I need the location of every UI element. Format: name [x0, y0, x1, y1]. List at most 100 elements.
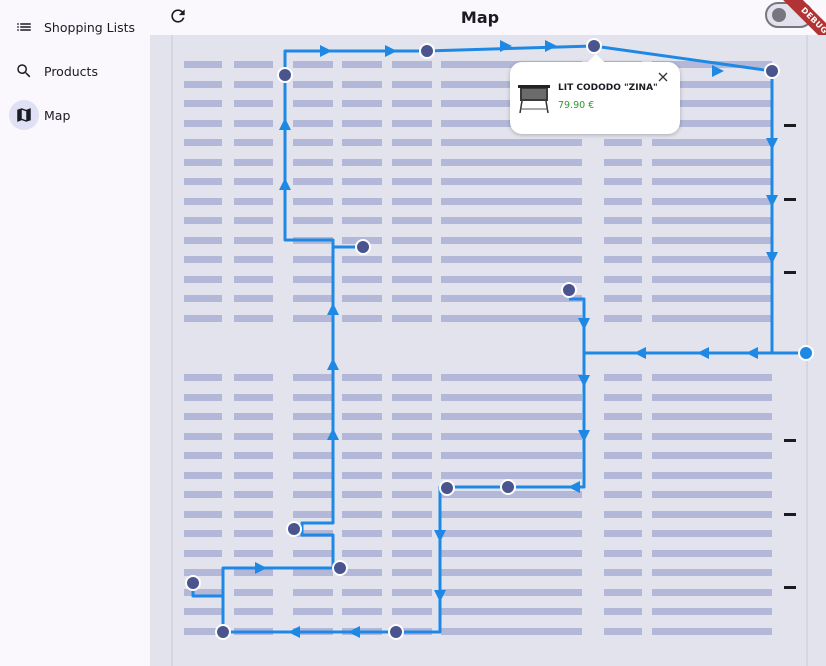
shelf — [234, 178, 273, 185]
shelf — [234, 589, 273, 596]
route-segment — [569, 297, 805, 355]
shelf — [604, 628, 642, 635]
sidebar-item-shopping-lists[interactable]: Shopping Lists — [4, 9, 135, 45]
route-arrow — [320, 45, 332, 57]
current-location-marker[interactable] — [798, 345, 814, 361]
shelf — [293, 413, 333, 420]
shelf — [293, 100, 333, 107]
sidebar-item-map[interactable]: Map — [4, 97, 70, 133]
shelf — [293, 394, 333, 401]
shelf — [184, 394, 222, 401]
shelf — [234, 81, 273, 88]
shelf — [652, 315, 772, 322]
shelf — [342, 120, 382, 127]
shelf — [652, 452, 772, 459]
shelf — [234, 159, 273, 166]
sidebar-item-label: Shopping Lists — [44, 19, 136, 35]
shelf — [184, 315, 222, 322]
route-stop[interactable] — [764, 63, 780, 79]
shelf — [234, 198, 273, 205]
route-stop[interactable] — [185, 575, 201, 591]
shelf — [293, 589, 333, 596]
wall-marker — [784, 271, 796, 274]
wall-marker — [784, 586, 796, 589]
store-map[interactable] — [150, 35, 826, 666]
shelf — [652, 276, 772, 283]
shelf — [342, 178, 382, 185]
shelf — [392, 178, 432, 185]
shelf — [184, 550, 222, 557]
shelf — [392, 374, 432, 381]
shelf — [234, 530, 273, 537]
shelf — [604, 374, 642, 381]
shelf — [441, 256, 582, 263]
route-stop[interactable] — [355, 239, 371, 255]
shelf — [184, 413, 222, 420]
close-icon[interactable] — [657, 68, 669, 82]
shelf — [184, 452, 222, 459]
shelf — [392, 198, 432, 205]
shelf — [342, 295, 382, 302]
route-stop[interactable] — [439, 480, 455, 496]
route-stop[interactable] — [215, 624, 231, 640]
shelf — [293, 511, 333, 518]
shelf — [392, 491, 432, 498]
shelf — [234, 237, 273, 244]
route-arrow — [279, 178, 291, 190]
shelf — [234, 491, 273, 498]
shelf — [652, 159, 772, 166]
shelf — [652, 413, 772, 420]
shelves — [184, 61, 772, 635]
route-arrow — [545, 40, 557, 52]
list-icon — [9, 12, 39, 42]
shelf — [441, 295, 582, 302]
route-stop[interactable] — [286, 521, 302, 537]
shelf — [293, 433, 333, 440]
route-stop[interactable] — [419, 43, 435, 59]
shelf — [392, 256, 432, 263]
route-stop[interactable] — [500, 479, 516, 495]
sidebar-item-products[interactable]: Products — [4, 53, 98, 89]
shelf — [234, 276, 273, 283]
app-bar: Map — [150, 0, 826, 35]
shelf — [184, 569, 222, 576]
shelf — [293, 491, 333, 498]
shelf — [441, 315, 582, 322]
shelf — [184, 237, 222, 244]
shelf — [234, 139, 273, 146]
route-stop[interactable] — [277, 67, 293, 83]
shelf — [604, 491, 642, 498]
shelf — [392, 81, 432, 88]
shelf — [392, 589, 432, 596]
shelf — [441, 159, 582, 166]
shelf — [441, 589, 582, 596]
shelf — [392, 550, 432, 557]
shelf — [392, 433, 432, 440]
route-stop[interactable] — [561, 282, 577, 298]
shelf — [652, 628, 772, 635]
shelf — [342, 315, 382, 322]
shelf — [293, 608, 333, 615]
route-arrow — [327, 303, 339, 315]
shelf — [392, 237, 432, 244]
popup-product-price: 79.90 € — [558, 100, 595, 111]
sidebar-item-label: Products — [44, 63, 98, 79]
shelf — [184, 139, 222, 146]
product-popup: LIT CODODO "ZINA" 79.90 € — [510, 54, 680, 134]
shelf — [184, 472, 222, 479]
shelf — [184, 433, 222, 440]
sidebar-item-label: Map — [44, 107, 71, 123]
shelf — [293, 178, 333, 185]
route-stop[interactable] — [332, 560, 348, 576]
route-arrow — [697, 347, 709, 359]
shelf — [604, 472, 642, 479]
route-stop[interactable] — [388, 624, 404, 640]
shelf — [604, 530, 642, 537]
shelf — [234, 256, 273, 263]
shelf — [184, 530, 222, 537]
shelf — [441, 511, 582, 518]
shelf — [604, 433, 642, 440]
shelf — [234, 550, 273, 557]
shelf — [234, 413, 273, 420]
route-stop[interactable] — [586, 38, 602, 54]
